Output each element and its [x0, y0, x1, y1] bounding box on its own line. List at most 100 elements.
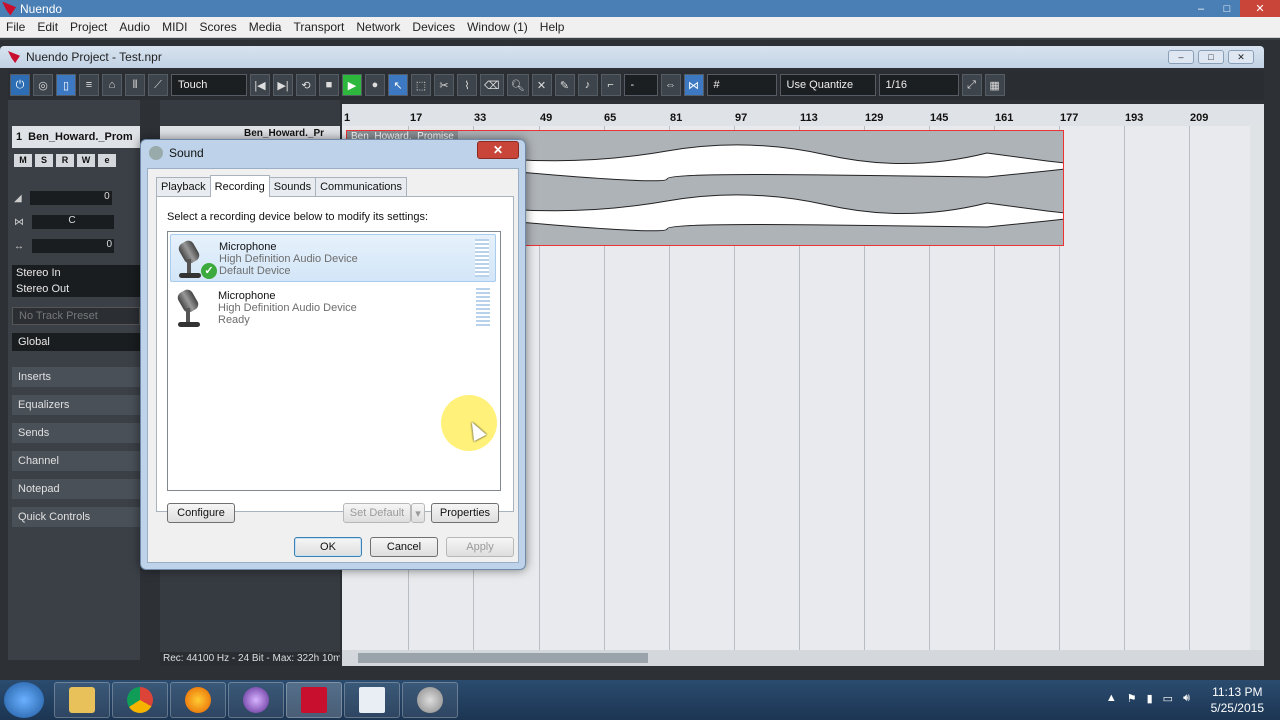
device-item-default-microphone[interactable]: ✓ Microphone High Definition Audio Devic…: [170, 234, 496, 282]
menu-devices[interactable]: Devices: [406, 20, 461, 34]
inserts-section[interactable]: Inserts: [12, 367, 140, 387]
channel-section[interactable]: Channel: [12, 451, 140, 471]
document-taskbar-button[interactable]: [344, 682, 400, 718]
volume-field[interactable]: 0: [29, 191, 112, 205]
show-inspector-button[interactable]: ▯: [56, 74, 76, 96]
show-lines-button[interactable]: ≡: [79, 74, 99, 96]
snap-button[interactable]: ⌐: [600, 74, 621, 96]
edit-channel-button[interactable]: e: [98, 154, 116, 167]
show-pool-button[interactable]: ⌂: [102, 74, 122, 96]
menu-project[interactable]: Project: [64, 20, 113, 34]
equalizers-section[interactable]: Equalizers: [12, 395, 140, 415]
device-item-microphone[interactable]: Microphone High Definition Audio Device …: [170, 284, 496, 332]
menu-scores[interactable]: Scores: [193, 20, 242, 34]
erase-tool[interactable]: ⌫: [480, 74, 504, 96]
clock[interactable]: 11:13 PM 5/25/2015: [1211, 684, 1264, 716]
record-button[interactable]: ●: [365, 74, 385, 96]
quantize-value-select[interactable]: 1/16: [878, 74, 959, 96]
stop-button[interactable]: ■: [319, 74, 339, 96]
mute-button[interactable]: M: [14, 154, 32, 167]
quick-controls-section[interactable]: Quick Controls: [12, 507, 140, 527]
activate-project-button[interactable]: ⏻: [10, 74, 30, 96]
media-taskbar-button[interactable]: [228, 682, 284, 718]
quantize-mode-select[interactable]: Use Quantize: [779, 74, 876, 96]
power-icon[interactable]: ▮: [1147, 692, 1153, 705]
configure-button[interactable]: Configure: [167, 503, 235, 523]
sound-taskbar-button[interactable]: [402, 682, 458, 718]
maximize-button[interactable]: □: [1214, 0, 1240, 17]
show-mixer-button[interactable]: ⫴: [125, 74, 145, 96]
menu-media[interactable]: Media: [243, 20, 288, 34]
go-to-end-button[interactable]: ▶|: [273, 74, 293, 96]
snap-type-select[interactable]: -: [623, 74, 658, 96]
sound-dialog-close-button[interactable]: ✕: [477, 141, 519, 159]
chrome-taskbar-button[interactable]: [112, 682, 168, 718]
play-button[interactable]: ▶: [342, 74, 362, 96]
automation-mode-select[interactable]: Touch: [171, 74, 247, 96]
menu-audio[interactable]: Audio: [113, 20, 156, 34]
mute-tool[interactable]: ✕: [531, 74, 552, 96]
network-icon[interactable]: ▭: [1163, 692, 1173, 705]
output-routing[interactable]: Stereo Out: [12, 281, 140, 297]
timeline-ruler[interactable]: 1 17 33 49 65 81 97 113 129 145 161 177 …: [342, 104, 1264, 126]
pan-field[interactable]: C: [32, 215, 114, 229]
tab-communications[interactable]: Communications: [315, 177, 408, 196]
action-center-icon[interactable]: ⚑: [1127, 692, 1137, 705]
track-preset-field[interactable]: No Track Preset: [12, 307, 140, 325]
snap-zero-button[interactable]: ⋈: [683, 74, 704, 96]
grid-type-select[interactable]: #: [706, 74, 777, 96]
auto-fade-button[interactable]: ⤢: [961, 74, 982, 96]
project-maximize-button[interactable]: □: [1198, 50, 1224, 64]
automation-icon[interactable]: ⟋: [148, 74, 168, 96]
explorer-taskbar-button[interactable]: [54, 682, 110, 718]
solo-button[interactable]: S: [35, 154, 53, 167]
cycle-button[interactable]: ⟲: [296, 74, 316, 96]
play-tool[interactable]: ♪: [577, 74, 598, 96]
set-default-button[interactable]: Set Default: [343, 503, 411, 523]
project-close-button[interactable]: ✕: [1228, 50, 1254, 64]
start-button[interactable]: [4, 682, 44, 718]
delay-field[interactable]: 0: [32, 239, 114, 253]
horizontal-scrollbar[interactable]: [342, 650, 1264, 666]
menu-file[interactable]: File: [0, 20, 31, 34]
range-tool[interactable]: ⬚: [411, 74, 431, 96]
zoom-tool[interactable]: 🔍︎: [506, 74, 529, 96]
glue-tool[interactable]: ⌇: [457, 74, 477, 96]
draw-tool[interactable]: ✎: [554, 74, 575, 96]
menu-transport[interactable]: Transport: [287, 20, 350, 34]
constrain-delay-button[interactable]: ◎: [33, 74, 53, 96]
menu-edit[interactable]: Edit: [31, 20, 64, 34]
menu-window[interactable]: Window (1): [461, 20, 534, 34]
close-button[interactable]: ✕: [1240, 0, 1280, 17]
split-tool[interactable]: ✂: [434, 74, 454, 96]
properties-button[interactable]: Properties: [431, 503, 499, 523]
autoscroll-button[interactable]: ⇔: [660, 74, 681, 96]
recording-device-list[interactable]: ✓ Microphone High Definition Audio Devic…: [167, 231, 501, 491]
inspector-track-name[interactable]: 1 Ben_Howard._Prom: [12, 126, 140, 148]
menu-help[interactable]: Help: [534, 20, 571, 34]
menu-network[interactable]: Network: [350, 20, 406, 34]
minimize-button[interactable]: –: [1188, 0, 1214, 17]
tab-recording[interactable]: Recording: [209, 175, 270, 197]
ok-button[interactable]: OK: [294, 537, 362, 557]
notepad-section[interactable]: Notepad: [12, 479, 140, 499]
scrollbar-thumb[interactable]: [358, 653, 648, 663]
show-hidden-icons-icon[interactable]: ▲: [1106, 692, 1117, 705]
firefox-taskbar-button[interactable]: [170, 682, 226, 718]
volume-icon[interactable]: 🔊︎: [1183, 692, 1190, 705]
tab-sounds[interactable]: Sounds: [268, 177, 317, 196]
sends-section[interactable]: Sends: [12, 423, 140, 443]
menu-midi[interactable]: MIDI: [156, 20, 193, 34]
color-palette-icon[interactable]: ▦: [984, 74, 1005, 96]
read-automation-button[interactable]: R: [56, 154, 74, 167]
nuendo-taskbar-button[interactable]: [286, 682, 342, 718]
apply-button[interactable]: Apply: [446, 537, 514, 557]
go-to-start-button[interactable]: |◀: [250, 74, 270, 96]
write-automation-button[interactable]: W: [77, 154, 95, 167]
object-selection-tool[interactable]: ↖: [388, 74, 408, 96]
global-automation[interactable]: Global: [12, 333, 140, 351]
input-routing[interactable]: Stereo In: [12, 265, 140, 281]
vertical-scrollbar[interactable]: [1250, 126, 1264, 650]
project-minimize-button[interactable]: –: [1168, 50, 1194, 64]
tab-playback[interactable]: Playback: [156, 177, 211, 196]
